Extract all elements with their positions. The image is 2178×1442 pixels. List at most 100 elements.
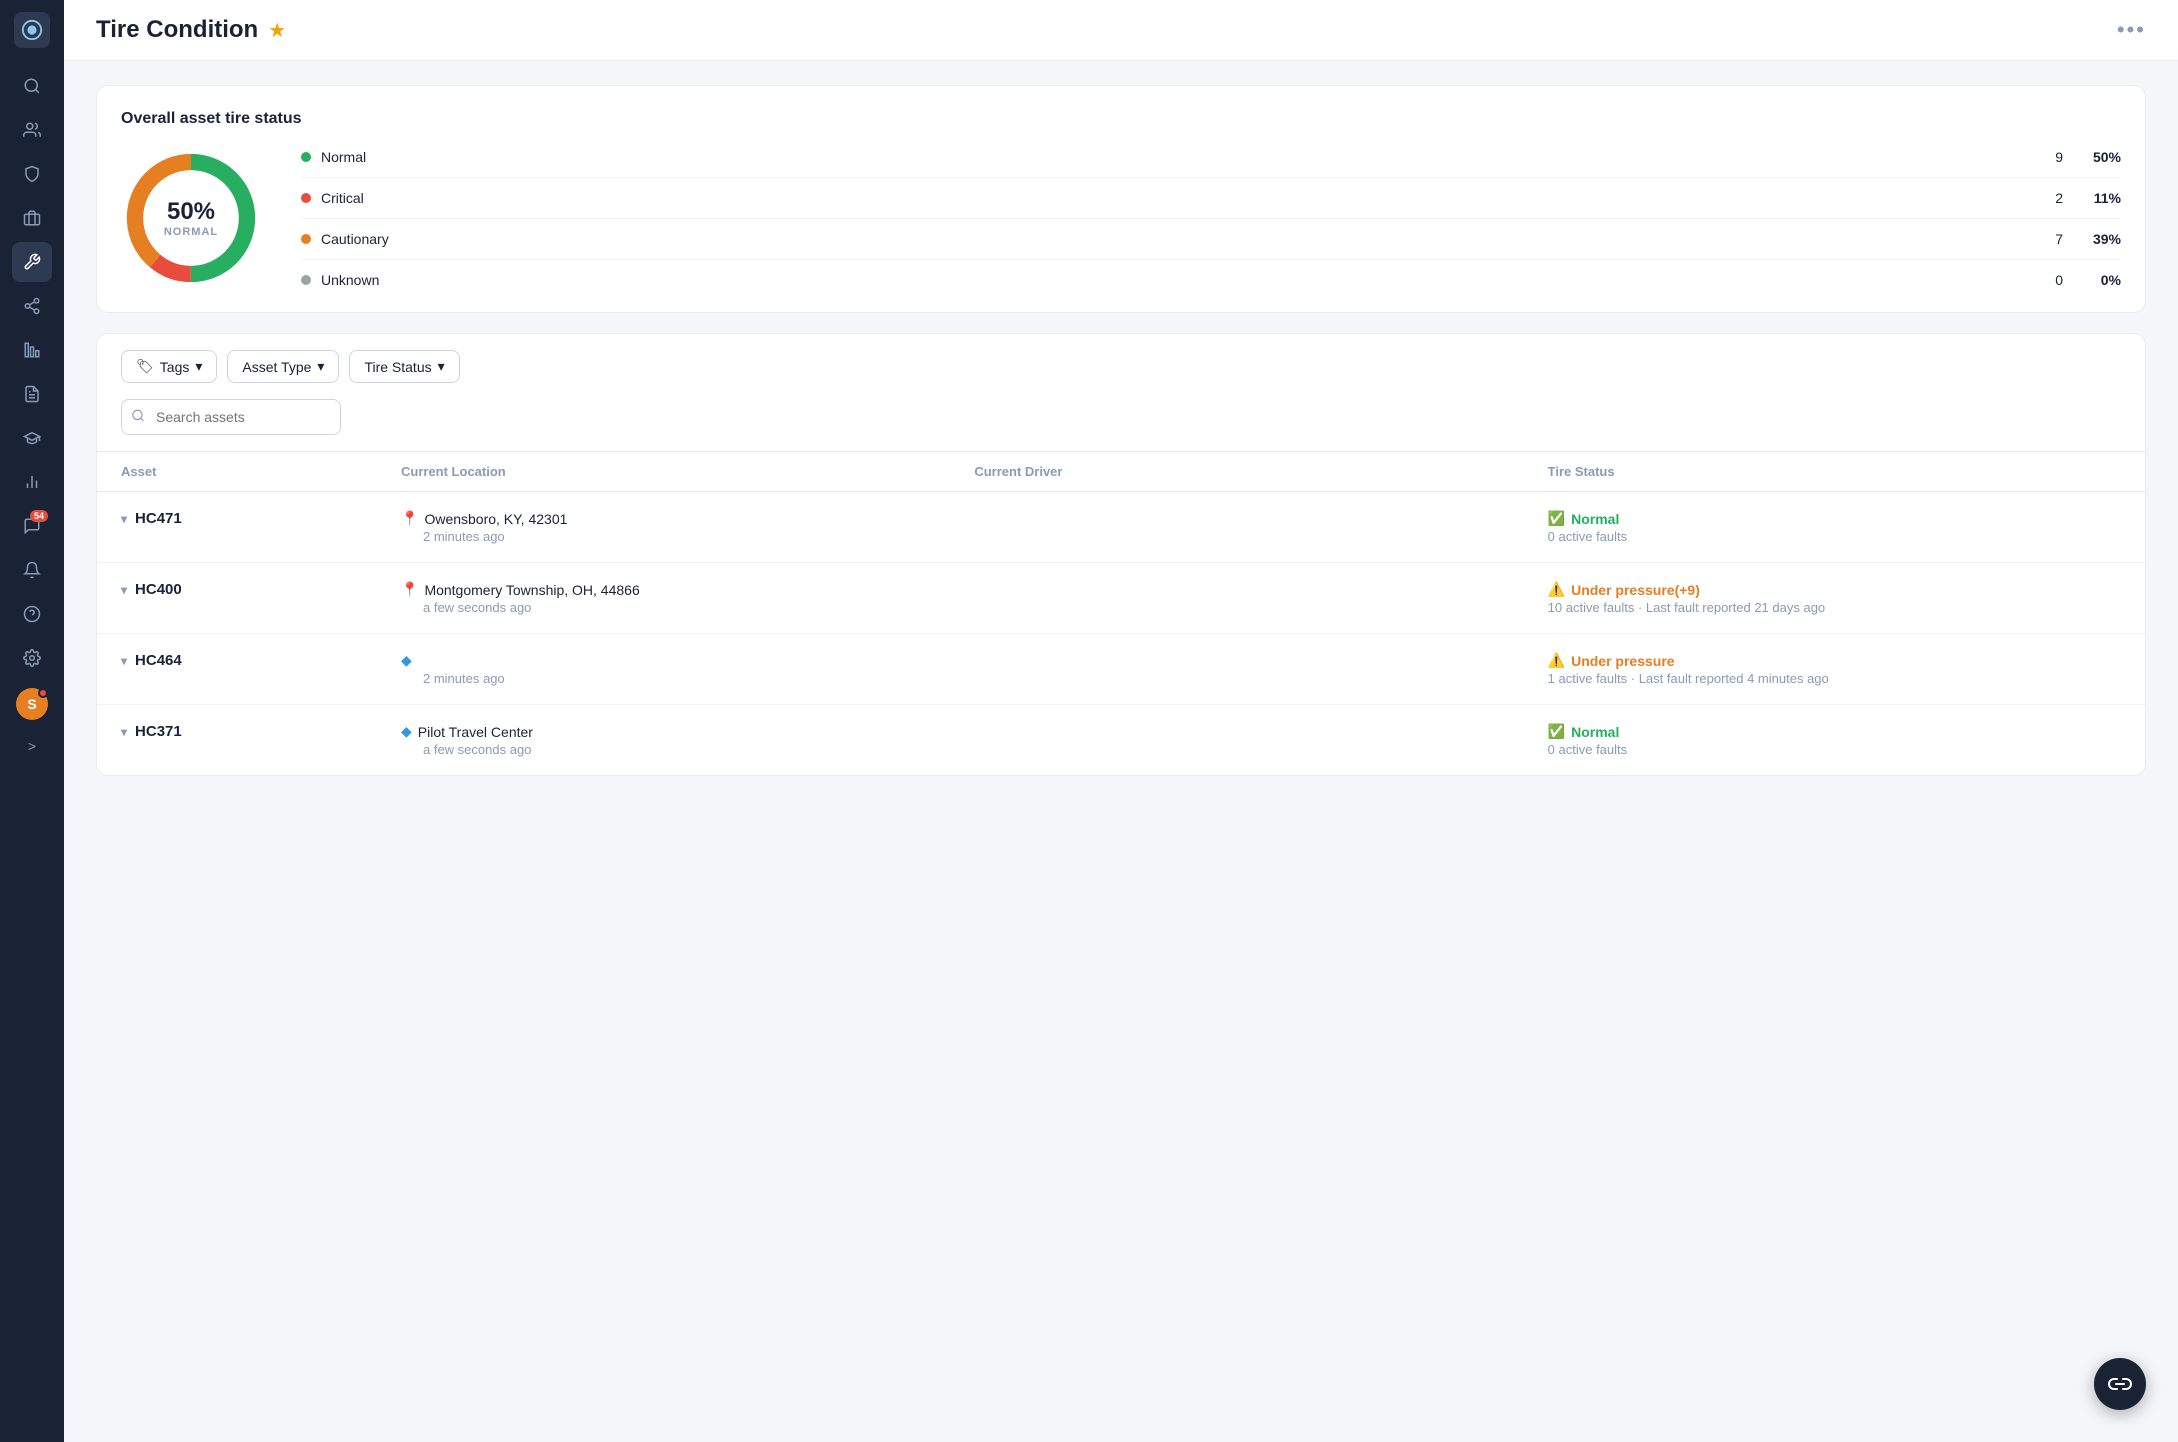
asset-type-label: Asset Type [242,359,311,375]
overall-status-card: Overall asset tire status [96,85,2146,313]
legend-count-normal: 9 [2023,149,2063,165]
legend-dot-unknown [301,275,311,285]
legend-pct-normal: 50% [2073,149,2121,165]
sidebar-item-report[interactable] [12,374,52,414]
sidebar-item-avatar[interactable]: S [12,684,52,724]
filters-row: 🏷 Tags ▾ Asset Type ▾ Tire Status ▾ [97,334,2145,452]
chevron-icon: ▾ [121,512,127,526]
chevron-icon: ▾ [121,583,127,597]
table-row[interactable]: ▾ HC371 ◆ Pilot Travel Center a few seco… [97,705,2145,775]
legend-label-unknown: Unknown [321,272,2013,288]
filter-buttons: 🏷 Tags ▾ Asset Type ▾ Tire Status ▾ [121,350,2121,383]
chevron-icon: ▾ [121,654,127,668]
legend-pct-critical: 11% [2073,190,2121,206]
tire-status-hc471: ✅ Normal 0 active faults [1548,510,2121,544]
legend-pct-cautionary: 39% [2073,231,2121,247]
asset-name-hc471: ▾ HC471 [121,510,401,527]
sidebar-item-analytics[interactable] [12,330,52,370]
asset-name-hc400: ▾ HC400 [121,581,401,598]
favorite-icon[interactable]: ★ [268,18,286,43]
table-row[interactable]: ▾ HC464 ◆ 2 minutes ago ⚠️ Under pressur… [97,634,2145,705]
tire-status-label: Tire Status [364,359,431,375]
donut-center-pct: 50% [164,198,218,226]
location-pin-icon: 📍 [401,510,418,527]
chevron-icon: ▾ [121,725,127,739]
sidebar-item-shield[interactable] [12,154,52,194]
check-circle-icon: ✅ [1548,510,1565,527]
table-row[interactable]: ▾ HC400 📍 Montgomery Township, OH, 44866… [97,563,2145,634]
notification-badge: 54 [30,510,48,522]
table-header: Asset Current Location Current Driver Ti… [97,452,2145,492]
search-icon [131,409,145,426]
search-assets-input[interactable] [121,399,341,435]
location-diamond-icon: ◆ [401,652,412,669]
check-circle-icon: ✅ [1548,723,1565,740]
tire-status-filter-button[interactable]: Tire Status ▾ [349,350,459,383]
header-location: Current Location [401,464,974,479]
more-options-icon[interactable]: ••• [2117,17,2146,43]
header-driver: Current Driver [974,464,1547,479]
location-hc471: 📍 Owensboro, KY, 42301 2 minutes ago [401,510,974,544]
tire-status-chevron: ▾ [438,358,445,375]
asset-type-filter-button[interactable]: Asset Type ▾ [227,350,339,383]
sidebar-item-settings[interactable] [12,638,52,678]
sidebar-item-id[interactable] [12,198,52,238]
donut-chart: 50% NORMAL [121,148,261,288]
sidebar-item-tools[interactable] [12,242,52,282]
sidebar-item-people[interactable] [12,110,52,150]
legend-count-unknown: 0 [2023,272,2063,288]
location-hc464: ◆ 2 minutes ago [401,652,974,686]
sidebar-item-help[interactable] [12,594,52,634]
header-left: Tire Condition ★ [96,16,286,44]
legend-label-critical: Critical [321,190,2013,206]
legend-pct-unknown: 0% [2073,272,2121,288]
header-asset: Asset [121,464,401,479]
page-title: Tire Condition [96,16,258,44]
donut-center: 50% NORMAL [164,198,218,238]
location-hc400: 📍 Montgomery Township, OH, 44866 a few s… [401,581,974,615]
legend-row-unknown: Unknown 0 0% [301,272,2121,288]
sidebar-item-bar-chart[interactable] [12,462,52,502]
avatar-dot [38,688,48,698]
location-diamond-icon: ◆ [401,723,412,740]
warning-triangle-icon: ⚠️ [1548,581,1565,598]
tire-status-hc371: ✅ Normal 0 active faults [1548,723,2121,757]
tag-icon: 🏷 [136,358,154,375]
fab-button[interactable] [2094,1358,2146,1410]
sidebar-expand-button[interactable]: > [12,726,52,766]
sidebar-item-search[interactable] [12,66,52,106]
tags-label: Tags [160,359,190,375]
location-hc371: ◆ Pilot Travel Center a few seconds ago [401,723,974,757]
sidebar-item-education[interactable] [12,418,52,458]
sidebar-item-workflow[interactable] [12,286,52,326]
sidebar: 54 S > [0,0,64,1442]
tire-status-overview: 50% NORMAL Normal 9 50% Critical [121,148,2121,288]
legend-dot-critical [301,193,311,203]
warning-triangle-icon: ⚠️ [1548,652,1565,669]
table-row[interactable]: ▾ HC471 📍 Owensboro, KY, 42301 2 minutes… [97,492,2145,563]
asset-type-chevron: ▾ [317,358,324,375]
search-container [121,399,2121,435]
legend-label-cautionary: Cautionary [321,231,2013,247]
overall-status-title: Overall asset tire status [121,110,2121,128]
user-avatar[interactable]: S [16,688,48,720]
header-tire-status: Tire Status [1548,464,2121,479]
location-pin-icon: 📍 [401,581,418,598]
asset-name-hc371: ▾ HC371 [121,723,401,740]
status-legend: Normal 9 50% Critical 2 11% Cautionary 7 [301,149,2121,288]
page-header: Tire Condition ★ ••• [64,0,2178,61]
legend-row-normal: Normal 9 50% [301,149,2121,178]
legend-row-cautionary: Cautionary 7 39% [301,231,2121,260]
legend-dot-cautionary [301,234,311,244]
sidebar-item-messages[interactable]: 54 [12,506,52,546]
legend-label-normal: Normal [321,149,2013,165]
sidebar-item-bell[interactable] [12,550,52,590]
app-logo[interactable] [14,12,50,48]
legend-count-critical: 2 [2023,190,2063,206]
legend-dot-normal [301,152,311,162]
asset-name-hc464: ▾ HC464 [121,652,401,669]
tags-filter-button[interactable]: 🏷 Tags ▾ [121,350,217,383]
tire-status-hc464: ⚠️ Under pressure 1 active faults · Last… [1548,652,2121,686]
tags-chevron: ▾ [195,358,202,375]
donut-center-label: NORMAL [164,226,218,238]
